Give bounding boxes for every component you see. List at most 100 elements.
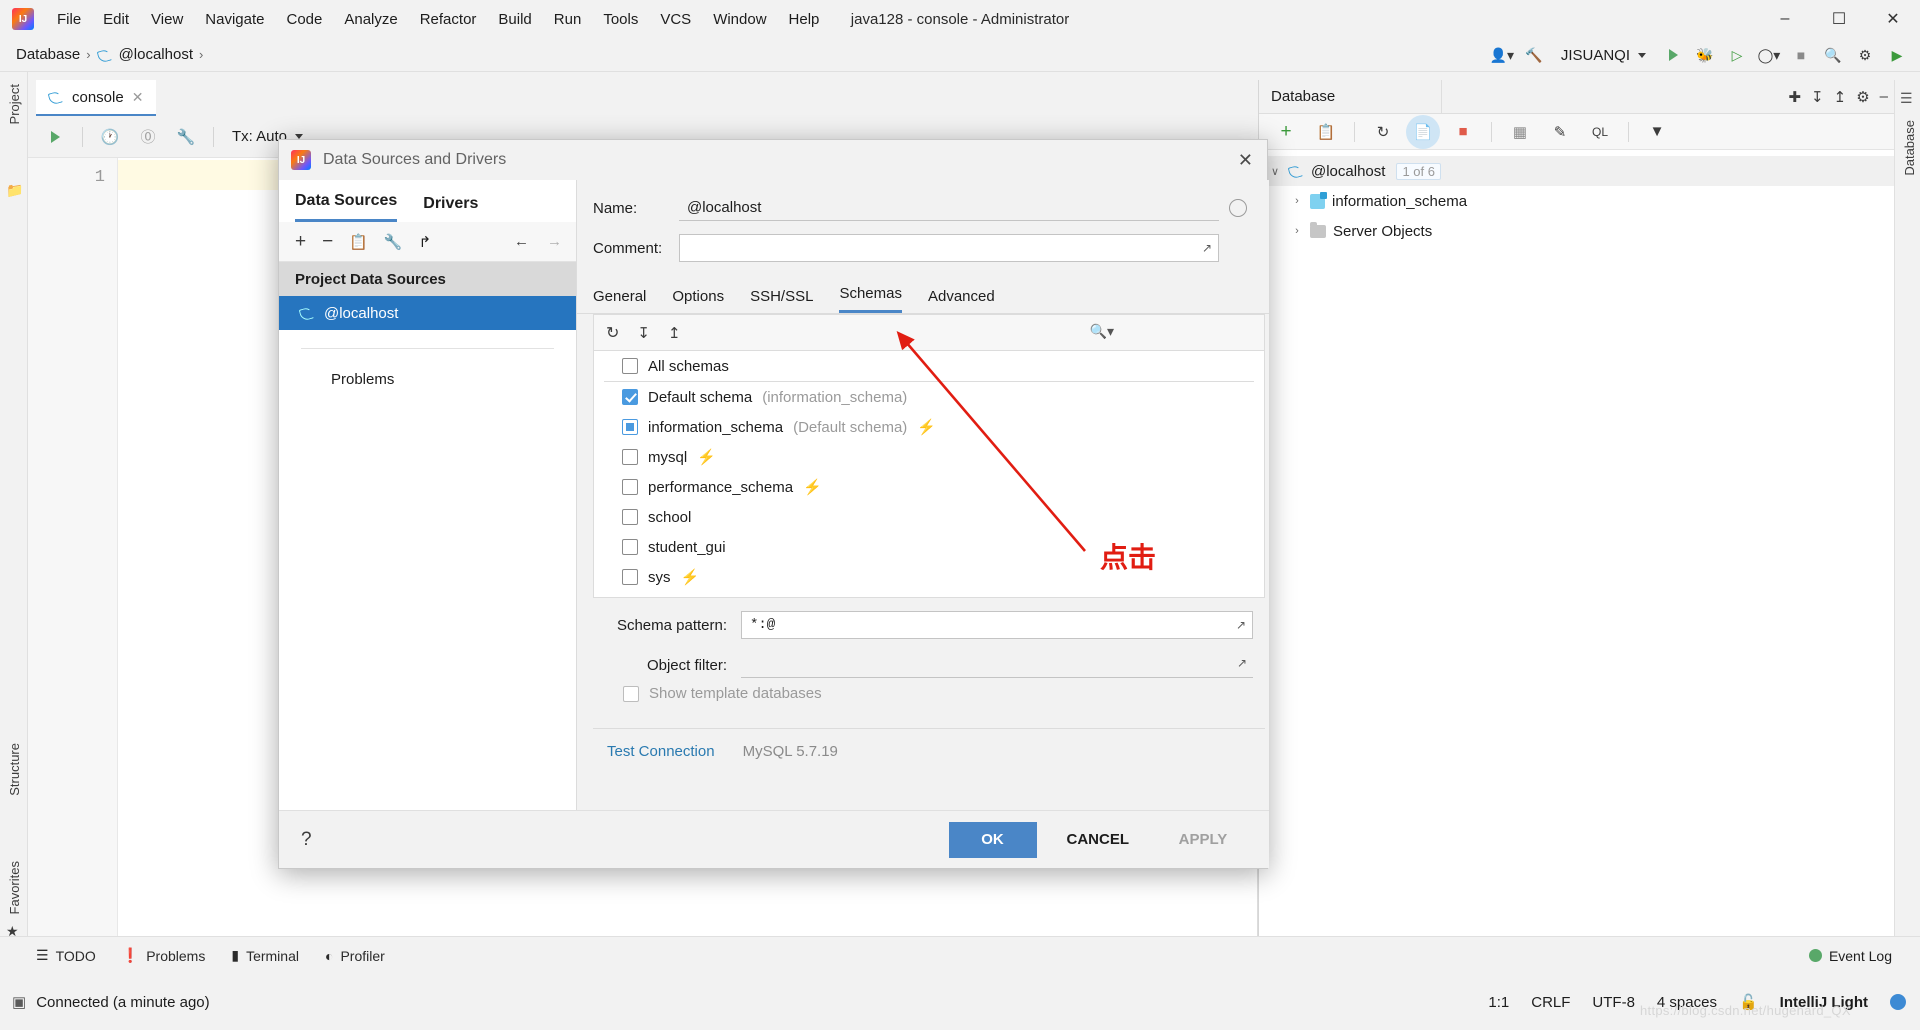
tab-drivers[interactable]: Drivers — [423, 195, 478, 222]
schema-checkbox[interactable] — [622, 509, 638, 525]
wrench-icon[interactable]: 🔧 — [169, 120, 203, 154]
add-icon[interactable]: + — [295, 231, 306, 253]
menu-code[interactable]: Code — [275, 7, 333, 32]
database-tree[interactable]: ∨ @localhost 1 of 6 › information_schema… — [1259, 150, 1894, 246]
name-status-circle-icon[interactable] — [1229, 199, 1247, 217]
menu-window[interactable]: Window — [702, 7, 777, 32]
schema-checkbox[interactable] — [622, 569, 638, 585]
database-vertical-tab[interactable]: ☰ Database — [1894, 80, 1920, 952]
filter-icon[interactable]: ▼ — [1640, 115, 1674, 149]
subtab-ssh-ssl[interactable]: SSH/SSL — [750, 288, 813, 313]
menu-bar[interactable]: File Edit View Navigate Code Analyze Ref… — [46, 7, 830, 32]
sidebar-item-favorites[interactable]: Favorites — [3, 855, 26, 920]
menu-analyze[interactable]: Analyze — [333, 7, 408, 32]
update-project-icon[interactable]: ▶ — [1882, 41, 1912, 69]
maximize-button[interactable]: ☐ — [1812, 0, 1866, 38]
search-icon[interactable]: 🔍▾ — [1090, 323, 1114, 340]
database-vertical-label-wrap[interactable]: Database — [1898, 114, 1920, 182]
edit-pencil-icon[interactable]: ✎ — [1543, 115, 1577, 149]
subtab-options[interactable]: Options — [672, 288, 724, 313]
stop-icon[interactable]: ■ — [1786, 41, 1816, 69]
schema-row-student-gui[interactable]: student_gui — [594, 532, 1264, 562]
expand-all-icon[interactable]: ↧ — [1811, 88, 1824, 106]
subtab-advanced[interactable]: Advanced — [928, 288, 995, 313]
forward-arrow-icon[interactable]: → — [547, 233, 562, 250]
schema-checkbox[interactable] — [622, 539, 638, 555]
datasource-list-item-localhost[interactable]: @localhost — [279, 296, 576, 330]
gear-icon[interactable]: ⚙ — [1856, 88, 1869, 106]
comment-input[interactable]: ↗ — [679, 234, 1219, 262]
cancel-button[interactable]: CANCEL — [1049, 822, 1148, 858]
run-button[interactable] — [1658, 41, 1688, 69]
import-icon[interactable]: ↱ — [419, 233, 432, 251]
help-button[interactable]: ? — [301, 829, 312, 851]
dialog-close-button[interactable]: ✕ — [1238, 150, 1253, 171]
schema-checkbox[interactable] — [622, 449, 638, 465]
back-arrow-icon[interactable]: ← — [514, 233, 529, 250]
data-sources-dialog[interactable]: Data Sources and Drivers ✕ Data Sources … — [278, 139, 1269, 869]
tree-node-server-objects[interactable]: › Server Objects — [1259, 216, 1894, 246]
sidebar-item-project[interactable]: Project — [3, 78, 26, 130]
execute-button[interactable] — [38, 120, 72, 154]
build-hammer-icon[interactable]: 🔨 — [1519, 41, 1549, 69]
minimize-button[interactable]: – — [1758, 0, 1812, 38]
schema-checkbox[interactable] — [622, 358, 638, 374]
show-template-databases-row[interactable]: Show template databases — [593, 685, 1265, 702]
bottom-item-todo[interactable]: ☰ TODO — [36, 947, 96, 964]
table-icon[interactable]: ▦ — [1503, 115, 1537, 149]
breadcrumb[interactable]: Database › @localhost › — [16, 46, 203, 63]
menu-navigate[interactable]: Navigate — [194, 7, 275, 32]
bottom-item-profiler[interactable]: ◐ Profiler — [325, 948, 385, 964]
tree-node-information-schema[interactable]: › information_schema — [1259, 186, 1894, 216]
refresh-icon[interactable]: ↻ — [606, 323, 619, 343]
menu-tools[interactable]: Tools — [592, 7, 649, 32]
menu-run[interactable]: Run — [543, 7, 593, 32]
schema-checkbox[interactable] — [622, 419, 638, 435]
refresh-icon[interactable]: ↻ — [1366, 115, 1400, 149]
schema-pattern-input[interactable]: *:@ ↗ — [741, 611, 1253, 639]
remove-icon[interactable]: − — [322, 231, 333, 253]
schema-row-all-schemas[interactable]: All schemas — [594, 351, 1264, 381]
event-log-button[interactable]: Event Log — [1808, 948, 1892, 964]
file-encoding[interactable]: UTF-8 — [1592, 994, 1635, 1011]
name-input[interactable]: @localhost — [679, 195, 1219, 221]
expand-editor-icon[interactable]: ↗ — [1236, 618, 1246, 633]
tab-close-icon[interactable]: ✕ — [132, 89, 144, 106]
run-with-coverage-icon[interactable]: ▷ — [1722, 41, 1752, 69]
schema-list[interactable]: All schemas Default schema (information_… — [593, 350, 1265, 598]
settings-gear-icon[interactable]: ⚙ — [1850, 41, 1880, 69]
wrench-icon[interactable]: 🔧 — [384, 233, 403, 251]
schema-count-badge[interactable]: 1 of 6 — [1396, 162, 1441, 180]
notifications-icon[interactable] — [1890, 994, 1906, 1010]
project-files-icon[interactable]: 📁 — [6, 182, 23, 199]
ok-button[interactable]: OK — [948, 821, 1037, 858]
menu-help[interactable]: Help — [778, 7, 831, 32]
close-button[interactable]: ✕ — [1866, 0, 1920, 38]
schema-row-school[interactable]: school — [594, 502, 1264, 532]
stop-icon[interactable]: ■ — [1446, 115, 1480, 149]
parameters-icon[interactable]: ⓪ — [131, 120, 165, 154]
schema-row-information-schema[interactable]: information_schema (Default schema) ⚡ — [594, 412, 1264, 442]
query-console-icon[interactable]: QL — [1583, 115, 1617, 149]
debug-icon[interactable]: 🐝 — [1690, 41, 1720, 69]
schema-row-mysql[interactable]: mysql ⚡ — [594, 442, 1264, 472]
breadcrumb-localhost[interactable]: @localhost — [119, 46, 193, 63]
menu-view[interactable]: View — [140, 7, 194, 32]
copy-icon[interactable]: 📋 — [1309, 115, 1343, 149]
test-connection-link[interactable]: Test Connection — [607, 743, 715, 760]
line-separator[interactable]: CRLF — [1531, 994, 1570, 1011]
chevron-right-icon[interactable]: › — [1291, 195, 1303, 207]
bottom-item-terminal[interactable]: ▮ Terminal — [231, 947, 299, 964]
schema-row-sys[interactable]: sys ⚡ — [594, 562, 1264, 592]
expand-editor-icon[interactable]: ↗ — [1202, 241, 1212, 255]
expand-editor-icon[interactable]: ↗ — [1237, 656, 1247, 670]
subtab-schemas[interactable]: Schemas — [839, 285, 902, 313]
menu-file[interactable]: File — [46, 7, 92, 32]
tab-data-sources[interactable]: Data Sources — [295, 192, 398, 222]
user-avatar-icon[interactable]: 👤▾ — [1487, 41, 1517, 69]
run-query-icon[interactable]: 📄 — [1406, 114, 1440, 149]
chevron-down-icon[interactable]: ∨ — [1269, 165, 1281, 178]
locate-icon[interactable]: ✚ — [1788, 88, 1801, 106]
problems-list-item[interactable]: Problems — [279, 371, 576, 388]
bottom-item-problems[interactable]: ❗ Problems — [122, 947, 206, 964]
